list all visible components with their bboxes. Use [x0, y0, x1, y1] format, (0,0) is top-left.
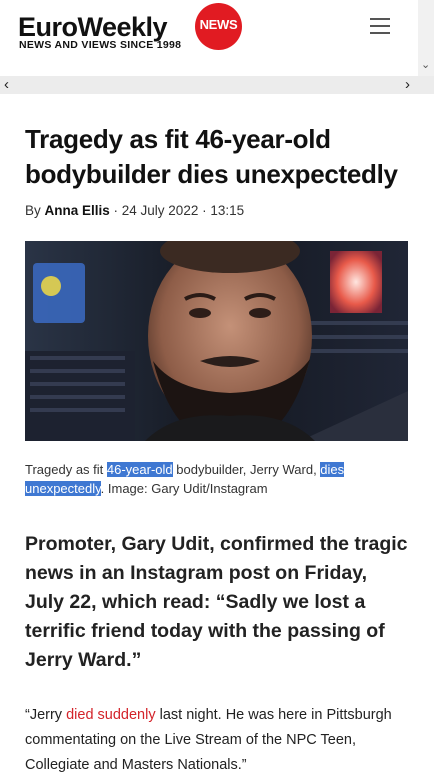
logo-news-text: NEWS	[199, 17, 238, 32]
article-title: Tragedy as fit 46-year-old bodybuilder d…	[25, 124, 398, 189]
menu-icon[interactable]	[370, 17, 392, 35]
body-text-1: “Jerry	[25, 707, 67, 723]
chevron-left-icon[interactable]: ‹	[4, 76, 9, 94]
scrollbar-strip[interactable]: ⌄	[418, 0, 434, 76]
logo-news-badge: NEWS	[195, 3, 242, 50]
horizontal-scroll-bar[interactable]: ‹ ›	[0, 76, 434, 94]
author-link[interactable]: Anna Ellis	[45, 203, 110, 218]
chevron-right-icon[interactable]: ›	[405, 76, 410, 94]
article-byline: By Anna Ellis · 24 July 2022 · 13:15	[25, 203, 410, 218]
byline-prefix: By	[25, 203, 45, 218]
article-lead-paragraph: Promoter, Gary Udit, confirmed the tragi…	[25, 533, 408, 671]
hero-photo-illustration	[25, 241, 408, 441]
article-header: Tragedy as fit 46-year-old bodybuilder d…	[25, 122, 410, 218]
byline-date: · 24 July 2022 · 13:15	[109, 203, 245, 218]
site-logo[interactable]: EuroWeekly NEWS NEWS AND VIEWS SINCE 199…	[18, 2, 248, 56]
died-suddenly-link[interactable]: died suddenly	[66, 707, 156, 723]
logo-tagline: NEWS AND VIEWS SINCE 1998	[19, 39, 182, 51]
site-header: EuroWeekly NEWS NEWS AND VIEWS SINCE 199…	[0, 0, 434, 74]
caption-text-3: . Image: Gary Udit/Instagram	[100, 481, 268, 496]
caption-text-1: Tragedy as fit	[25, 462, 107, 477]
article-body-paragraph: “Jerry died suddenly last night. He was …	[25, 703, 410, 778]
chevron-down-icon[interactable]: ⌄	[421, 58, 430, 71]
hero-image	[25, 241, 408, 441]
caption-text-2: bodybuilder, Jerry Ward,	[172, 462, 321, 477]
caption-highlight-age[interactable]: 46-year-old	[106, 462, 173, 477]
image-caption: Tragedy as fit 46-year-old bodybuilder, …	[25, 460, 410, 498]
